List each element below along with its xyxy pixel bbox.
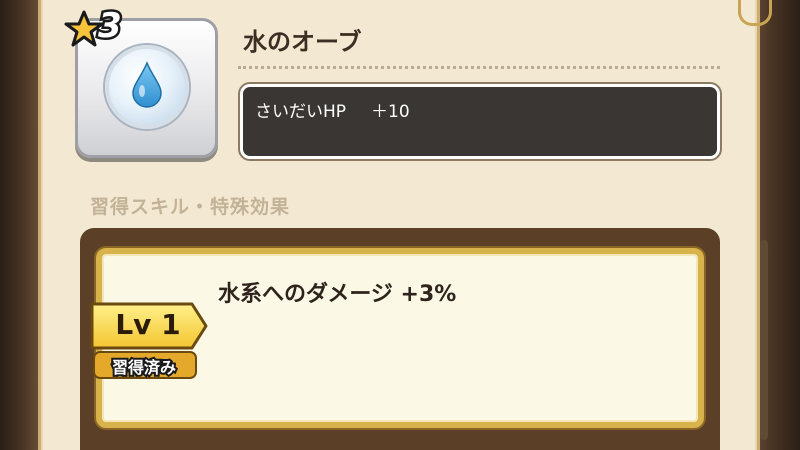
item-name: 水のオーブ [243, 28, 362, 56]
orb [105, 45, 189, 129]
skill-effect-text: 水系へのダメージ +3% [218, 282, 457, 307]
rarity-badge: 3 [62, 4, 132, 49]
level-status: 習得済み [110, 356, 178, 379]
corner-ornament [738, 0, 772, 26]
water-drop-icon [132, 61, 162, 108]
level-badge: Lv 1 習得済み [88, 300, 210, 382]
level-text: Lv 1 [115, 308, 181, 341]
stat-box: さいだいHP ＋10 [240, 84, 720, 159]
scrollbar[interactable] [760, 240, 768, 440]
section-title: 習得スキル・特殊効果 [90, 196, 291, 218]
stat-label: さいだいHP [255, 102, 347, 122]
divider [238, 66, 720, 69]
rarity-number: 3 [96, 4, 125, 49]
stat-value: ＋10 [371, 102, 410, 122]
background-left [0, 0, 40, 450]
